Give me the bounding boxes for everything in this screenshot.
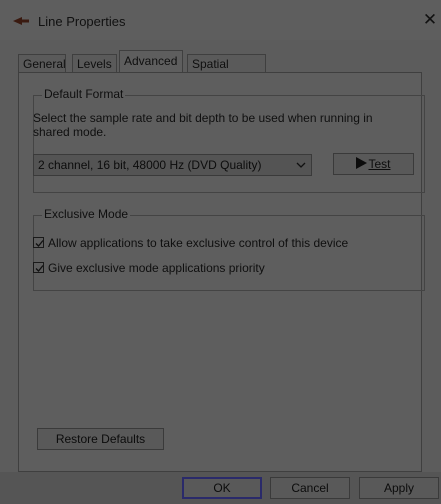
- default-format-title: Default Format: [42, 87, 126, 101]
- tab-general[interactable]: General: [18, 54, 66, 72]
- exclusive-mode-title: Exclusive Mode: [42, 207, 131, 221]
- speaker-arrow-icon: [13, 17, 29, 25]
- tab-advanced[interactable]: Advanced: [119, 50, 183, 72]
- test-label: Test: [368, 157, 391, 171]
- checkmark-icon: [35, 240, 44, 247]
- cancel-button[interactable]: Cancel: [270, 477, 350, 499]
- play-icon: [356, 157, 368, 169]
- tab-levels[interactable]: Levels: [72, 54, 117, 72]
- tab-spatial-sound[interactable]: Spatial sound: [187, 54, 266, 89]
- dialog-button-bar: OK Cancel Apply: [0, 472, 441, 504]
- format-select[interactable]: 2 channel, 16 bit, 48000 Hz (DVD Quality…: [33, 154, 312, 176]
- exclusive-mode-group: Exclusive Mode: [33, 207, 425, 291]
- allow-exclusive-label: Allow applications to take exclusive con…: [48, 236, 349, 250]
- test-button[interactable]: Test: [333, 153, 414, 175]
- tab-panel-advanced: Default Format Select the sample rate an…: [18, 72, 425, 472]
- checkmark-icon: [35, 265, 44, 272]
- allow-exclusive-control-option[interactable]: Allow applications to take exclusive con…: [33, 235, 348, 251]
- exclusive-priority-checkbox[interactable]: [33, 262, 44, 273]
- properties-dialog: Line Properties ✕ General Levels Advance…: [0, 0, 441, 504]
- ok-button[interactable]: OK: [182, 477, 262, 499]
- default-format-description: Select the sample rate and bit depth to …: [33, 111, 373, 139]
- apply-button[interactable]: Apply: [359, 477, 439, 499]
- restore-defaults-button[interactable]: Restore Defaults: [37, 428, 164, 450]
- title-bar: Line Properties ✕: [0, 0, 441, 40]
- allow-exclusive-checkbox[interactable]: [33, 237, 44, 248]
- exclusive-priority-option[interactable]: Give exclusive mode applications priorit…: [33, 260, 265, 276]
- chevron-down-icon: [296, 162, 306, 168]
- restore-defaults-label: Restore Defaults: [55, 432, 146, 446]
- exclusive-priority-label: Give exclusive mode applications priorit…: [48, 261, 265, 275]
- default-format-group: Default Format: [33, 87, 425, 193]
- window-title: Line Properties: [38, 14, 126, 29]
- format-select-value: 2 channel, 16 bit, 48000 Hz (DVD Quality…: [38, 158, 262, 172]
- close-icon[interactable]: ✕: [420, 10, 440, 30]
